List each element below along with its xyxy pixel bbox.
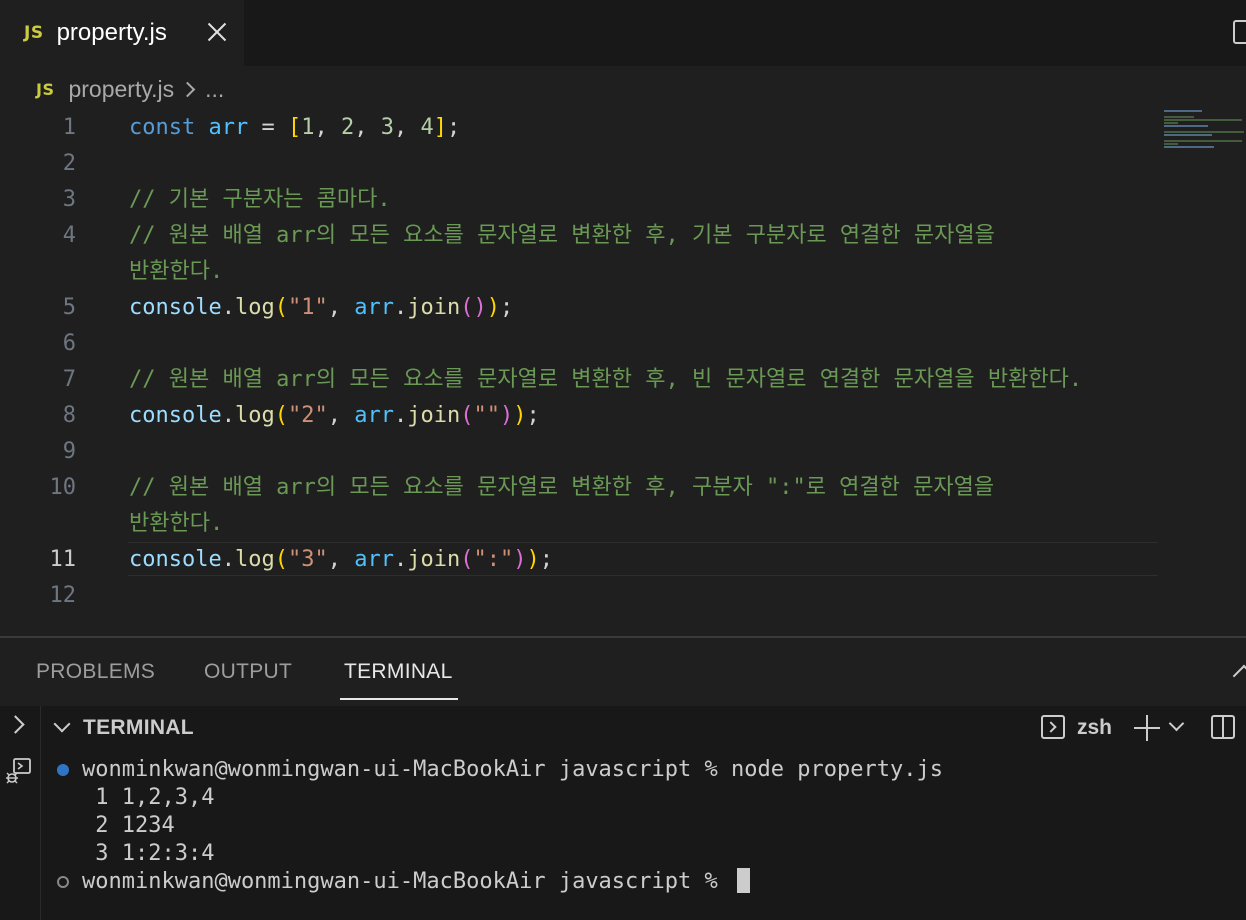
breadcrumb: JS property.js ...: [36, 74, 224, 104]
code-line-11: 11 console.log("3", arr.join(":"));: [0, 542, 1160, 578]
minimap[interactable]: [1164, 110, 1244, 170]
terminal-line: 1 1,2,3,4: [95, 785, 215, 810]
plus-icon[interactable]: [1134, 715, 1160, 741]
js-file-icon: JS: [36, 79, 55, 99]
code-text: console.log("3", arr.join(":"));: [129, 547, 553, 572]
terminal-header: TERMINAL zsh: [41, 706, 1246, 750]
debug-icon[interactable]: [4, 756, 34, 786]
code-line-9: 9: [0, 434, 1160, 470]
line-number: 3: [62, 187, 76, 212]
close-icon[interactable]: [205, 20, 229, 44]
line-number: 1: [62, 115, 76, 140]
breadcrumb-file[interactable]: property.js: [68, 76, 174, 103]
line-number: 12: [49, 583, 77, 608]
split-editor-icon[interactable]: [1233, 20, 1246, 44]
terminal-output[interactable]: wonminkwan@wonmingwan-ui-MacBookAir java…: [41, 750, 1246, 920]
terminal-command: wonminkwan@wonmingwan-ui-MacBookAir java…: [82, 757, 943, 782]
comment: // 원본 배열 arr의 모든 요소를 문자열로 변환한 후, 기본 구분자로…: [129, 223, 995, 248]
tab-problems[interactable]: PROBLEMS: [36, 660, 155, 684]
code-line-8: 8 console.log("2", arr.join(""));: [0, 398, 1160, 434]
line-number: 11: [49, 547, 77, 572]
code-line-1: 1 const arr = [1, 2, 3, 4];: [0, 110, 1160, 146]
command-success-icon[interactable]: [57, 764, 69, 776]
terminal-cursor: [737, 868, 751, 893]
code-line-5: 5 console.log("1", arr.join());: [0, 290, 1160, 326]
terminal-sidebar: [0, 706, 41, 920]
terminal-prompt: wonminkwan@wonmingwan-ui-MacBookAir java…: [82, 868, 751, 896]
command-pending-icon[interactable]: [57, 876, 69, 888]
code-text: const arr = [1, 2, 3, 4];: [129, 115, 461, 140]
maximize-panel-icon[interactable]: [1232, 664, 1246, 688]
line-number: 2: [62, 151, 76, 176]
code-line-3: 3 // 기본 구분자는 콤마다.: [0, 182, 1160, 218]
line-number: 10: [49, 475, 77, 500]
tab-terminal[interactable]: TERMINAL: [344, 660, 453, 684]
breadcrumb-symbols[interactable]: ...: [205, 76, 224, 103]
panel-tab-bar: PROBLEMS OUTPUT TERMINAL: [0, 638, 1246, 706]
code-line-10: 10 // 원본 배열 arr의 모든 요소를 문자열로 변환한 후, 구분자 …: [0, 470, 1160, 506]
line-number: 8: [62, 403, 76, 428]
code-line-12: 12: [0, 578, 1160, 614]
comment: // 기본 구분자는 콤마다.: [129, 187, 391, 212]
shell-name[interactable]: zsh: [1077, 716, 1112, 740]
comment-wrap: 반환한다.: [129, 259, 224, 284]
terminal-line: 2 1234: [95, 813, 175, 838]
tab-label: property.js: [56, 19, 167, 46]
chevron-right-icon: [179, 81, 196, 97]
chevron-down-icon[interactable]: [53, 715, 71, 733]
comment: // 원본 배열 arr의 모든 요소를 문자열로 변환한 후, 빈 문자열로 …: [129, 367, 1083, 392]
editor-tab-bar: JS property.js: [0, 0, 1246, 66]
code-text: console.log("1", arr.join());: [129, 295, 514, 320]
code-line-6: 6: [0, 326, 1160, 362]
line-number: 7: [62, 367, 76, 392]
line-number: 9: [62, 439, 76, 464]
terminal-title: TERMINAL: [83, 716, 194, 739]
chevron-down-icon[interactable]: [1168, 715, 1185, 732]
terminal-icon[interactable]: [1041, 715, 1065, 739]
active-tab-indicator: [340, 698, 458, 700]
line-number: 4: [62, 223, 76, 248]
js-file-icon: JS: [24, 23, 44, 43]
code-line-4: 4 // 원본 배열 arr의 모든 요소를 문자열로 변환한 후, 기본 구분…: [0, 218, 1160, 254]
code-line-2: 2: [0, 146, 1160, 182]
tab-output[interactable]: OUTPUT: [204, 660, 292, 684]
tab-property-js[interactable]: JS property.js: [0, 0, 244, 66]
line-number: 5: [62, 295, 76, 320]
code-text: console.log("2", arr.join(""));: [129, 403, 540, 428]
terminal-line: 3 1:2:3:4: [95, 841, 215, 866]
split-terminal-icon[interactable]: [1211, 715, 1235, 739]
code-editor[interactable]: 1 const arr = [1, 2, 3, 4]; 2 3 // 기본 구분…: [0, 110, 1246, 636]
comment-wrap: 반환한다.: [129, 511, 224, 536]
code-line-7: 7 // 원본 배열 arr의 모든 요소를 문자열로 변환한 후, 빈 문자열…: [0, 362, 1160, 398]
chevron-right-icon[interactable]: [6, 715, 25, 734]
line-number: 6: [62, 331, 76, 356]
comment: // 원본 배열 arr의 모든 요소를 문자열로 변환한 후, 구분자 ":"…: [129, 475, 995, 500]
